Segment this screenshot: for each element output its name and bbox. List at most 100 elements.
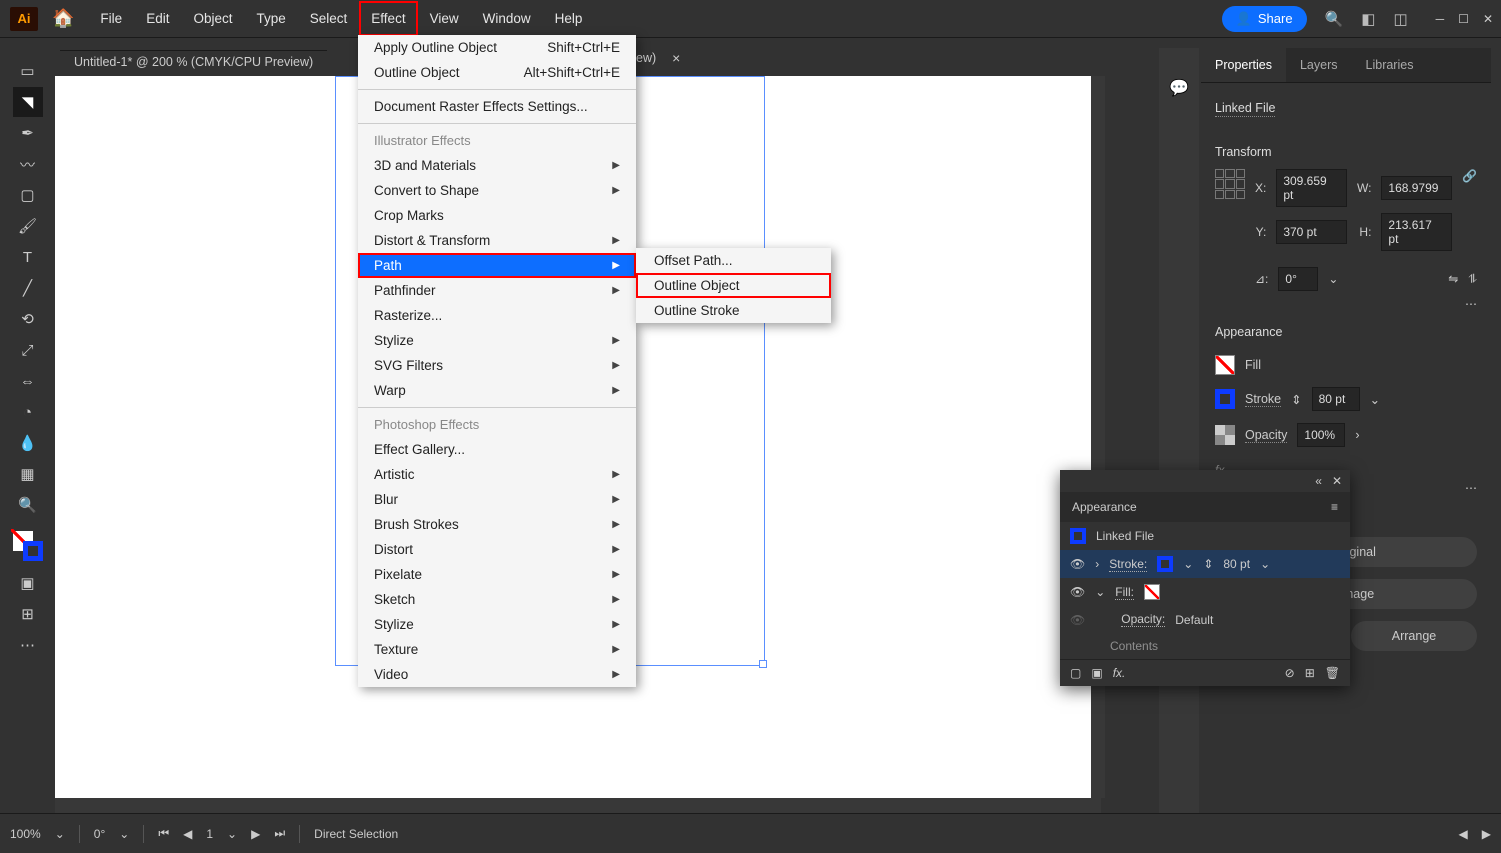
status-scroll-left-icon[interactable]: ◀: [1459, 827, 1468, 841]
reference-point[interactable]: [1215, 169, 1245, 199]
stroke-dropdown-icon[interactable]: ⌄: [1370, 392, 1380, 407]
arrange-docs-icon[interactable]: ◧: [1361, 10, 1375, 28]
gradient-tool[interactable]: ▦: [13, 459, 43, 489]
home-icon[interactable]: 🏠: [52, 8, 74, 29]
menu-select[interactable]: Select: [298, 1, 360, 36]
eye-icon[interactable]: 👁: [1070, 585, 1085, 599]
submenu-offset-path[interactable]: Offset Path...: [636, 248, 831, 273]
artboard-prev-icon[interactable]: ◀: [183, 827, 192, 841]
type-tool[interactable]: T: [13, 242, 43, 272]
x-input[interactable]: 309.659 pt: [1276, 169, 1347, 207]
status-scroll-right-icon[interactable]: ▶: [1482, 827, 1491, 841]
rotate-value[interactable]: 0°: [94, 827, 105, 841]
opacity-swatch[interactable]: [1215, 425, 1235, 445]
lock-aspect-icon[interactable]: 🔗: [1462, 169, 1477, 183]
menu-distort[interactable]: Distort▶: [358, 537, 636, 562]
menu-svg-filters[interactable]: SVG Filters▶: [358, 353, 636, 378]
eye-icon[interactable]: 👁: [1070, 557, 1085, 571]
fill-swatch-none[interactable]: [1215, 355, 1235, 375]
flip-v-icon[interactable]: ⥮: [1468, 272, 1477, 287]
arrange-button[interactable]: Arrange: [1351, 621, 1477, 651]
artboard-next-last-icon[interactable]: ⏭: [274, 826, 285, 841]
menu-type[interactable]: Type: [244, 1, 297, 36]
workspace-icon[interactable]: ◫: [1393, 10, 1407, 28]
stroke-swatch-blue[interactable]: [1215, 389, 1235, 409]
artboard-number[interactable]: 1: [206, 827, 213, 841]
search-icon[interactable]: 🔍: [1325, 10, 1344, 28]
menu-pixelate[interactable]: Pixelate▶: [358, 562, 636, 587]
menu-edit[interactable]: Edit: [134, 1, 181, 36]
new-stroke-icon[interactable]: ▣: [1091, 666, 1102, 680]
rectangle-tool[interactable]: ▢: [13, 180, 43, 210]
appearance-fill-row[interactable]: 👁 ⌄ Fill:: [1060, 578, 1350, 606]
artboard-prev-first-icon[interactable]: ⏮: [158, 826, 169, 841]
menu-stylize[interactable]: Stylize▶: [358, 328, 636, 353]
opacity-row-label[interactable]: Opacity:: [1121, 612, 1165, 627]
menu-file[interactable]: File: [88, 1, 134, 36]
stroke-color-swatch[interactable]: [1157, 556, 1173, 572]
minimize-icon[interactable]: ─: [1436, 12, 1445, 26]
document-tab-2[interactable]: ew) ×: [636, 50, 680, 66]
new-fill-icon[interactable]: ▢: [1070, 666, 1081, 680]
trash-icon[interactable]: 🗑: [1325, 666, 1340, 680]
document-tab-1[interactable]: Untitled-1* @ 200 % (CMYK/CPU Preview): [60, 50, 327, 73]
stroke-color-dropdown[interactable]: ⌄: [1183, 557, 1193, 571]
menu-apply-outline[interactable]: Apply Outline Object Shift+Ctrl+E: [358, 35, 636, 60]
opacity-more-icon[interactable]: ›: [1355, 428, 1359, 442]
rotate-tool[interactable]: ⟲: [13, 304, 43, 334]
menu-help[interactable]: Help: [543, 1, 595, 36]
zoom-dropdown-icon[interactable]: ⌄: [55, 827, 65, 841]
menu-pathfinder[interactable]: Pathfinder▶: [358, 278, 636, 303]
expand-icon[interactable]: ›: [1095, 557, 1099, 571]
opacity-label[interactable]: Opacity: [1245, 428, 1287, 443]
rotate-dropdown-icon[interactable]: ⌄: [119, 827, 129, 841]
menu-crop-marks[interactable]: Crop Marks: [358, 203, 636, 228]
h-input[interactable]: 213.617 pt: [1381, 213, 1452, 251]
selection-tool[interactable]: ▭: [13, 56, 43, 86]
menu-object[interactable]: Object: [181, 1, 244, 36]
menu-effect-gallery[interactable]: Effect Gallery...: [358, 437, 636, 462]
edit-toolbar[interactable]: ⋯: [13, 630, 43, 660]
appearance-linked-file-row[interactable]: Linked File: [1060, 522, 1350, 550]
tab-properties[interactable]: Properties: [1201, 48, 1286, 82]
fill-row-label[interactable]: Fill:: [1115, 585, 1134, 600]
menu-outline-object[interactable]: Outline Object Alt+Shift+Ctrl+E: [358, 60, 636, 85]
panel-menu-icon[interactable]: ≡: [1331, 500, 1338, 514]
stroke-weight-stepper[interactable]: ⇕: [1203, 557, 1213, 571]
panel-close-icon[interactable]: ✕: [1332, 474, 1342, 488]
menu-3d-materials[interactable]: 3D and Materials▶: [358, 153, 636, 178]
menu-convert-shape[interactable]: Convert to Shape▶: [358, 178, 636, 203]
artboard-dropdown-icon[interactable]: ⌄: [227, 827, 237, 841]
zoom-tool[interactable]: 🔍: [13, 490, 43, 520]
eyedropper-tool[interactable]: 💧: [13, 428, 43, 458]
angle-input[interactable]: 0°: [1278, 267, 1318, 291]
collapse-icon[interactable]: ⌄: [1095, 585, 1105, 599]
appearance-stroke-row[interactable]: 👁 › Stroke: ⌄ ⇕ 80 pt ⌄: [1060, 550, 1350, 578]
submenu-outline-stroke[interactable]: Outline Stroke: [636, 298, 831, 323]
menu-distort-transform[interactable]: Distort & Transform▶: [358, 228, 636, 253]
line-tool[interactable]: ╱: [13, 273, 43, 303]
shape-builder-tool[interactable]: ◔: [13, 397, 43, 427]
w-input[interactable]: 168.9799: [1381, 176, 1452, 200]
share-button[interactable]: 👤 Share: [1222, 6, 1307, 32]
artboard-next-icon[interactable]: ▶: [251, 827, 260, 841]
eye-icon-dim[interactable]: 👁: [1070, 613, 1085, 627]
stroke-swatch[interactable]: [23, 541, 43, 561]
direct-selection-tool[interactable]: ◥: [13, 87, 43, 117]
appearance-floating-panel[interactable]: « ✕ Appearance ≡ Linked File 👁 › Stroke:…: [1060, 470, 1350, 686]
fill-stroke-control[interactable]: [13, 531, 43, 561]
pen-tool[interactable]: ✒: [13, 118, 43, 148]
appearance-more-icon[interactable]: ⋯: [1465, 481, 1477, 495]
zoom-level[interactable]: 100%: [10, 827, 41, 841]
close-tab-icon[interactable]: ×: [672, 50, 680, 66]
submenu-outline-object[interactable]: Outline Object: [636, 273, 831, 298]
menu-effect[interactable]: Effect: [359, 1, 417, 36]
y-input[interactable]: 370 pt: [1276, 220, 1347, 244]
opacity-input[interactable]: 100%: [1297, 423, 1345, 447]
comments-icon[interactable]: 💬: [1169, 78, 1189, 98]
paintbrush-tool[interactable]: 🖌: [13, 211, 43, 241]
menu-video[interactable]: Video▶: [358, 662, 636, 687]
menu-rasterize[interactable]: Rasterize...: [358, 303, 636, 328]
close-icon[interactable]: ✕: [1483, 12, 1493, 26]
screen-mode-tool[interactable]: ⊞: [13, 599, 43, 629]
